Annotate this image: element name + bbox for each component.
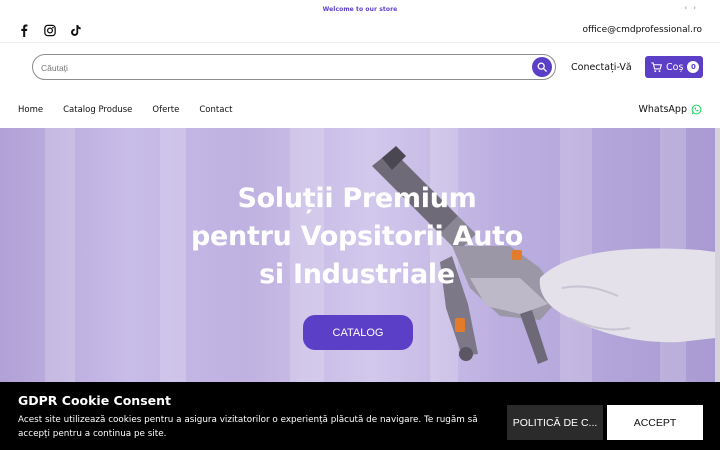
- cart-label: Coș: [666, 61, 684, 73]
- email-link[interactable]: office@cmdprofessional.ro: [582, 25, 702, 35]
- facebook-icon[interactable]: [18, 24, 30, 37]
- tiktok-icon[interactable]: [70, 24, 82, 37]
- search-icon: [537, 62, 547, 72]
- cookie-policy-button[interactable]: POLITICĂ DE C...: [507, 405, 603, 440]
- header-divider: [0, 42, 720, 43]
- instagram-icon[interactable]: [44, 24, 56, 37]
- search-bar: [32, 54, 556, 80]
- scrollbar[interactable]: [715, 128, 720, 382]
- nav-item-home[interactable]: Home: [18, 105, 43, 115]
- top-bar: office@cmdprofessional.ro: [0, 20, 720, 42]
- social-links: [18, 24, 82, 37]
- hero-title-line: si Industriale: [259, 259, 455, 290]
- nav-item-catalog[interactable]: Catalog Produse: [63, 105, 132, 115]
- hero-title-line: Soluții Premium: [237, 183, 477, 214]
- catalog-button[interactable]: CATALOG: [303, 315, 413, 350]
- whatsapp-label: WhatsApp: [638, 104, 687, 115]
- cookie-consent-bar: GDPR Cookie Consent Acest site utilizeaz…: [0, 382, 720, 450]
- chevron-left-icon[interactable]: ‹: [684, 4, 693, 12]
- search-button[interactable]: [532, 57, 552, 77]
- announcement-bar: Welcome to our store ‹›: [0, 0, 720, 20]
- cookie-text: Acest site utilizează cookies pentru a a…: [18, 415, 478, 439]
- hero-title-line: pentru Vopsitorii Auto: [191, 221, 523, 252]
- announcement-text: Welcome to our store: [322, 6, 398, 13]
- cookie-title: GDPR Cookie Consent: [18, 393, 172, 408]
- cart-icon: [651, 61, 662, 72]
- chevron-right-icon[interactable]: ›: [693, 4, 702, 12]
- cookie-accept-button[interactable]: ACCEPT: [607, 405, 703, 440]
- cart-button[interactable]: Coș 0: [645, 56, 703, 78]
- search-input[interactable]: [41, 60, 521, 75]
- nav-item-offers[interactable]: Oferte: [152, 105, 179, 115]
- hero-title: Soluții Premium pentru Vopsitorii Auto s…: [157, 180, 557, 294]
- nav-item-contact[interactable]: Contact: [199, 105, 232, 115]
- announcement-arrows[interactable]: ‹›: [684, 4, 702, 12]
- main-nav: Home Catalog Produse Oferte Contact: [18, 105, 232, 115]
- whatsapp-icon: [691, 104, 702, 115]
- cart-count-badge: 0: [687, 61, 700, 73]
- login-link[interactable]: Conectați-Vă: [571, 62, 632, 73]
- whatsapp-link[interactable]: WhatsApp: [639, 104, 702, 115]
